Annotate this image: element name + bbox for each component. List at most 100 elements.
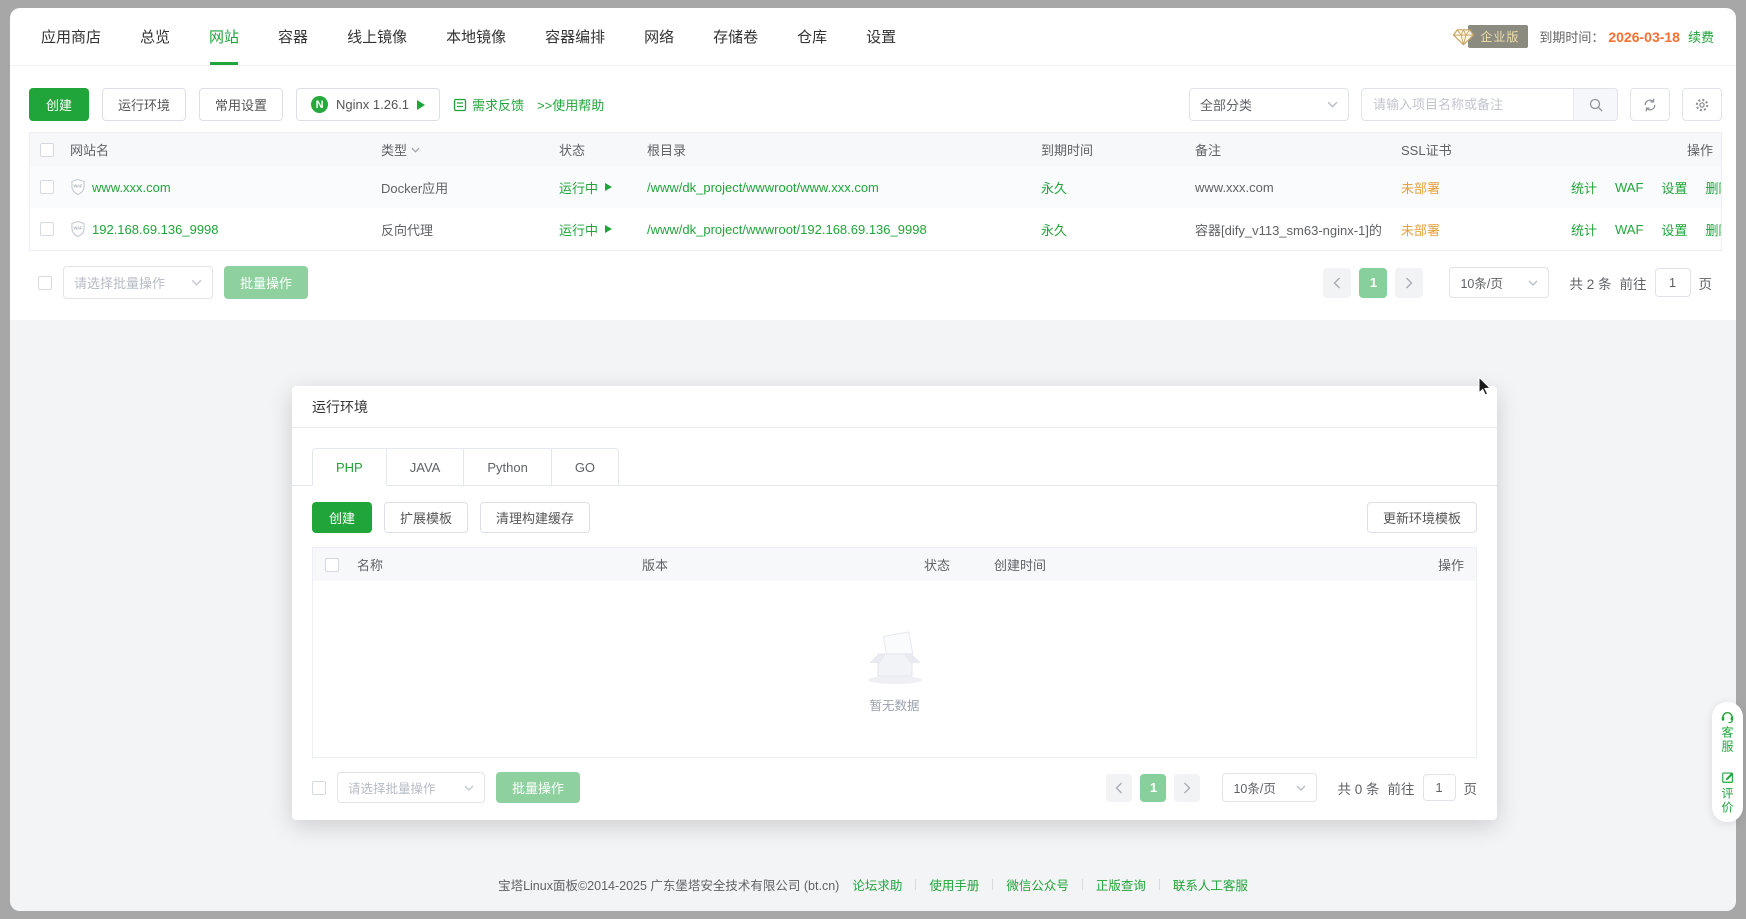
action-waf[interactable]: WAF [1615,222,1643,237]
extend-template-button[interactable]: 扩展模板 [384,502,468,533]
nav-item-network[interactable]: 网络 [644,8,674,65]
goto-page-input[interactable] [1655,268,1691,297]
runtime-env-modal: 运行环境 PHP JAVA Python GO 创建 扩展模板 清理构建缓存 更… [292,386,1497,820]
create-site-button[interactable]: 创建 [29,88,89,121]
nav-item-orchestration[interactable]: 容器编排 [545,8,605,65]
websites-table: 网站名 类型 状态 根目录 到期时间 备注 SSL证书 操作 WAF www.x… [29,132,1722,251]
tab-java[interactable]: JAVA [387,448,465,486]
expire-date: 2026-03-18 [1608,29,1680,45]
search-button[interactable] [1573,89,1617,120]
modal-per-page-select[interactable]: 10条/页 [1222,773,1317,802]
site-ssl-status[interactable]: 未部署 [1401,220,1571,239]
tab-php[interactable]: PHP [312,448,387,486]
site-name-link[interactable]: www.xxx.com [92,180,171,195]
customer-service-button[interactable]: 客服 [1719,709,1736,754]
action-delete[interactable]: 删除 [1705,220,1721,239]
modal-batch-checkbox[interactable] [312,781,326,795]
footer-link-wechat[interactable]: 微信公众号 [1006,875,1069,894]
nav-item-settings[interactable]: 设置 [866,8,896,65]
status-label: 运行中 [559,178,598,197]
edit-pencil-icon [1721,770,1735,784]
footer-link-license[interactable]: 正版查询 [1096,875,1146,894]
copyright-text: 宝塔Linux面板©2014-2025 广东堡塔安全技术有限公司 (bt.cn) [498,875,839,894]
update-env-template-button[interactable]: 更新环境模板 [1367,502,1477,533]
site-ssl-status[interactable]: 未部署 [1401,178,1571,197]
modal-batch-apply-button[interactable]: 批量操作 [496,772,580,803]
empty-text: 暂无数据 [869,695,919,714]
site-remark[interactable]: www.xxx.com [1195,180,1401,195]
col-created: 创建时间 [994,555,1416,574]
batch-apply-button[interactable]: 批量操作 [224,266,308,299]
review-button[interactable]: 评价 [1719,770,1736,815]
footer-link-support[interactable]: 联系人工客服 [1173,875,1248,894]
batch-action-select[interactable]: 请选择批量操作 [63,266,213,299]
action-stats[interactable]: 统计 [1571,220,1597,239]
site-status[interactable]: 运行中 [559,220,647,239]
select-all-checkbox[interactable] [40,143,54,157]
modal-next-page-button[interactable] [1174,774,1200,802]
table-header-row: 网站名 类型 状态 根目录 到期时间 备注 SSL证书 操作 [30,133,1721,166]
tab-go[interactable]: GO [552,448,619,486]
nav-item-local-images[interactable]: 本地镜像 [446,8,506,65]
site-name-link[interactable]: 192.168.69.136_9998 [92,222,219,237]
nav-item-overview[interactable]: 总览 [140,8,170,65]
renew-link[interactable]: 续费 [1688,27,1714,46]
search-input[interactable] [1362,89,1573,120]
footer-link-forum[interactable]: 论坛求助 [852,875,902,894]
tab-python[interactable]: Python [464,448,551,486]
runtime-table-header: 名称 版本 状态 创建时间 操作 [313,548,1476,581]
current-page-button[interactable]: 1 [1359,268,1387,298]
nginx-version-button[interactable]: N Nginx 1.26.1 [296,88,440,121]
modal-goto-page-input[interactable] [1423,774,1456,801]
batch-select-all-checkbox[interactable] [38,276,52,290]
clean-build-cache-button[interactable]: 清理构建缓存 [480,502,590,533]
site-remark[interactable]: 容器[dify_v113_sm63-nginx-1]的 [1195,220,1401,239]
col-type[interactable]: 类型 [381,140,559,159]
footer-divider [992,879,993,890]
feedback-link[interactable]: 需求反馈 [453,95,524,114]
row-checkbox[interactable] [40,180,54,194]
action-settings[interactable]: 设置 [1661,178,1687,197]
table-settings-button[interactable] [1682,88,1722,121]
site-status[interactable]: 运行中 [559,178,647,197]
headset-icon [1720,709,1735,723]
prev-page-button[interactable] [1323,268,1351,298]
nav-item-repository[interactable]: 仓库 [797,8,827,65]
license-info: 企业版 到期时间： 2026-03-18 续费 [1452,25,1714,48]
chevron-down-icon [1327,101,1338,108]
modal-batch-select[interactable]: 请选择批量操作 [337,772,485,803]
col-name: 名称 [357,555,642,574]
action-waf[interactable]: WAF [1615,180,1643,195]
modal-select-all-checkbox[interactable] [325,558,339,572]
modal-prev-page-button[interactable] [1106,774,1132,802]
action-delete[interactable]: 删除 [1705,178,1721,197]
site-root-path[interactable]: /www/dk_project/wwwroot/192.168.69.136_9… [647,222,1041,237]
action-stats[interactable]: 统计 [1571,178,1597,197]
waf-shield-icon: WAF [70,178,86,196]
col-type-label: 类型 [381,140,407,159]
modal-create-button[interactable]: 创建 [312,502,372,533]
common-settings-button[interactable]: 常用设置 [199,88,283,121]
next-page-button[interactable] [1395,268,1423,298]
runtime-env-button[interactable]: 运行环境 [102,88,186,121]
modal-current-page-button[interactable]: 1 [1140,774,1166,802]
footer-divider [915,879,916,890]
footer-link-manual[interactable]: 使用手册 [929,875,979,894]
refresh-button[interactable] [1630,88,1670,121]
site-root-path[interactable]: /www/dk_project/wwwroot/www.xxx.com [647,180,1041,195]
help-link[interactable]: >>使用帮助 [537,95,604,114]
runtime-table: 名称 版本 状态 创建时间 操作 暂无数据 [312,547,1477,758]
row-checkbox[interactable] [40,222,54,236]
nav-item-app-store[interactable]: 应用商店 [41,8,101,65]
action-settings[interactable]: 设置 [1661,220,1687,239]
per-page-select[interactable]: 10条/页 [1449,267,1549,298]
nav-item-container[interactable]: 容器 [278,8,308,65]
site-expire[interactable]: 永久 [1041,178,1195,197]
nav-item-online-images[interactable]: 线上镜像 [347,8,407,65]
nav-item-website[interactable]: 网站 [209,8,239,65]
empty-box-icon [857,624,933,686]
site-expire[interactable]: 永久 [1041,220,1195,239]
waf-shield-icon: WAF [70,220,86,238]
category-filter-select[interactable]: 全部分类 [1189,88,1349,121]
nav-item-volumes[interactable]: 存储卷 [713,8,758,65]
